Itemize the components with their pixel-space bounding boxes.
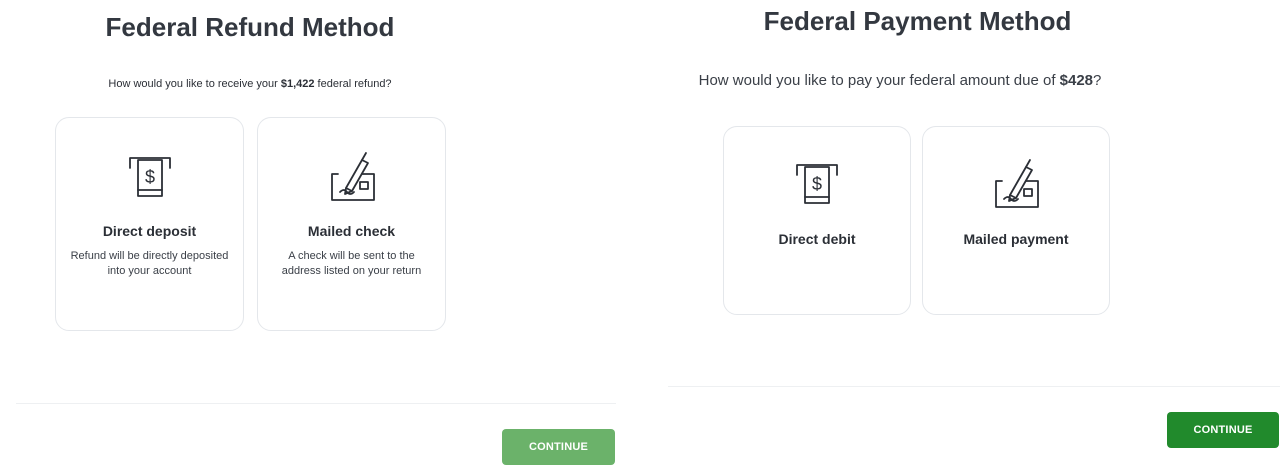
option-description: Refund will be directly deposited into y… [70, 250, 229, 277]
payment-method-panel: Federal Payment Method How would you lik… [660, 0, 1280, 473]
option-title: Direct deposit [102, 223, 197, 239]
continue-button[interactable]: CONTINUE [1167, 412, 1279, 448]
mailed-payment-option[interactable]: Mailed payment [922, 126, 1110, 315]
payment-question: How would you like to pay your federal a… [698, 72, 1102, 89]
footer-divider [16, 403, 616, 404]
atm-dollar-icon: $ [128, 157, 171, 197]
option-title: Mailed payment [963, 231, 1069, 247]
footer-divider [668, 386, 1280, 387]
refund-amount: $1,422 [280, 78, 315, 90]
option-title: Mailed check [307, 223, 396, 239]
svg-text:$: $ [144, 167, 154, 187]
continue-button[interactable]: CONTINUE [502, 429, 615, 465]
payment-amount: $428 [1059, 72, 1094, 89]
direct-debit-option[interactable]: $ Direct debit [723, 126, 911, 315]
check-pen-icon [995, 159, 1039, 208]
option-description: A check will be sent to the address list… [281, 250, 422, 277]
refund-method-panel: Federal Refund Method How would you like… [0, 0, 640, 473]
option-title: Direct debit [778, 231, 856, 247]
refund-question: How would you like to receive your $1,42… [108, 78, 392, 90]
page-title: Federal Refund Method [105, 12, 395, 42]
mailed-check-option[interactable]: Mailed check A check will be sent to the… [257, 117, 446, 331]
page-title: Federal Payment Method [763, 6, 1072, 36]
atm-dollar-icon: $ [796, 164, 838, 204]
svg-text:$: $ [812, 174, 822, 194]
check-pen-icon [330, 152, 375, 201]
direct-deposit-option[interactable]: $ Direct deposit Refund will be directly… [55, 117, 244, 331]
